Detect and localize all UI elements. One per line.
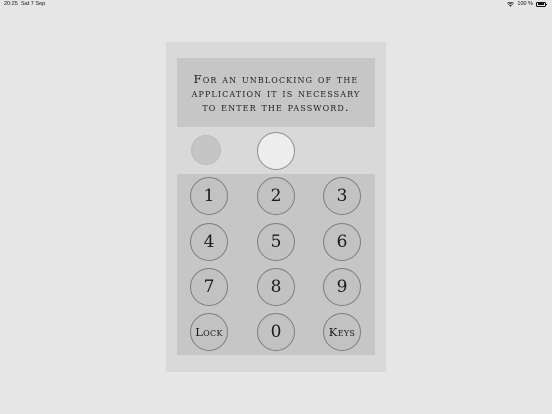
wifi-icon [507, 1, 515, 7]
key-8[interactable]: 8 [257, 268, 295, 306]
key-9[interactable]: 9 [323, 268, 361, 306]
key-2[interactable]: 2 [257, 177, 295, 215]
key-1[interactable]: 1 [190, 177, 228, 215]
battery-fill [537, 3, 545, 5]
key-6[interactable]: 6 [323, 223, 361, 261]
key-5[interactable]: 5 [257, 223, 295, 261]
lock-button[interactable]: Lock [190, 313, 228, 351]
status-time: 20:25 [4, 1, 18, 7]
status-indicators: 100 % [507, 1, 547, 7]
key-3[interactable]: 3 [323, 177, 361, 215]
battery-icon [536, 1, 547, 7]
status-date: Sat 7 Sep [21, 1, 46, 7]
unlock-message: For an unblocking of the application it … [191, 71, 361, 114]
message-box: For an unblocking of the application it … [177, 58, 375, 127]
key-7[interactable]: 7 [190, 268, 228, 306]
password-indicator-large [257, 132, 295, 170]
lock-panel: For an unblocking of the application it … [166, 42, 386, 372]
password-indicator-small [191, 135, 221, 165]
key-4[interactable]: 4 [190, 223, 228, 261]
keys-button[interactable]: Keys [323, 313, 361, 351]
keypad: 1 2 3 4 5 6 7 8 9 Lock 0 Keys [177, 174, 375, 355]
status-bar: 20:25 Sat 7 Sep 100 % [0, 0, 552, 10]
battery-percent: 100 % [517, 1, 533, 7]
key-0[interactable]: 0 [257, 313, 295, 351]
